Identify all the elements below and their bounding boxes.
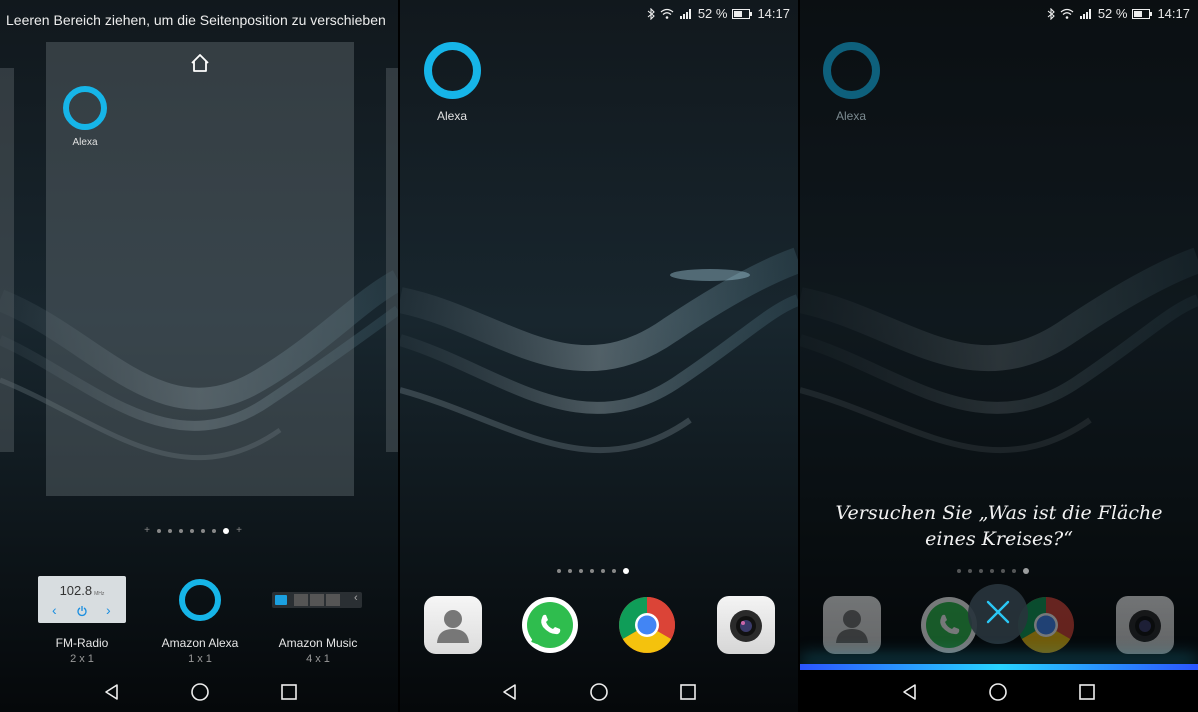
page-dot	[201, 529, 205, 533]
alexa-app-icon[interactable]	[424, 42, 481, 99]
home-screen-panel: 52 % 14:17 Alexa	[400, 0, 798, 712]
page-dot	[623, 568, 629, 574]
page-indicator[interactable]	[557, 568, 629, 574]
music-logo-icon	[275, 595, 287, 605]
page-dot	[1012, 569, 1016, 573]
chevron-left-icon: ‹	[354, 592, 358, 604]
page-dot	[1023, 568, 1029, 574]
contacts-app-icon[interactable]	[424, 596, 482, 654]
navigation-bar	[800, 670, 1198, 712]
page-indicator	[957, 568, 1029, 574]
contacts-app-icon	[823, 596, 881, 654]
chevron-right-icon: ›	[106, 602, 111, 618]
widget-size-amazon-music: 4 x 1	[306, 653, 330, 665]
close-button[interactable]	[968, 584, 1028, 644]
alexa-app-label: Alexa	[835, 109, 867, 123]
back-icon[interactable]	[98, 678, 126, 706]
widget-label-amazon-alexa: Amazon Alexa	[161, 636, 239, 650]
edit-screen-panel: Leeren Bereich ziehen, um die Seitenposi…	[0, 0, 398, 712]
page-dot	[568, 569, 572, 573]
status-bar: 52 % 14:17	[400, 0, 798, 28]
add-page-icon[interactable]: +	[236, 526, 242, 536]
page-dot	[590, 569, 594, 573]
home-icon[interactable]	[189, 52, 211, 74]
alexa-prompt: Versuchen Sie „Was ist die Fläche eines …	[835, 502, 1163, 550]
page-dot	[957, 569, 961, 573]
widget-size-amazon-alexa: 1 x 1	[188, 653, 212, 665]
page-dot	[968, 569, 972, 573]
page-dot	[1001, 569, 1005, 573]
page-dot	[979, 569, 983, 573]
camera-app-icon[interactable]	[717, 596, 775, 654]
page-dot	[190, 529, 194, 533]
chrome-app-icon[interactable]	[618, 596, 676, 654]
page-dot	[601, 569, 605, 573]
amazon-music-widget[interactable]: ‹	[272, 592, 362, 608]
page-preview[interactable]: Alexa	[46, 42, 354, 496]
clock: 14:17	[1157, 6, 1190, 21]
bluetooth-icon	[1047, 7, 1055, 20]
album-art-icon	[294, 594, 308, 606]
widget-label-fm-radio: FM-Radio	[55, 636, 109, 650]
rearrange-hint: Leeren Bereich ziehen, um die Seitenposi…	[6, 12, 386, 28]
back-icon[interactable]	[496, 678, 524, 706]
status-bar: 52 % 14:17	[800, 0, 1198, 28]
navigation-bar	[0, 670, 398, 712]
alexa-preview-label: Alexa	[72, 137, 98, 148]
page-dot	[223, 528, 229, 534]
home-circle-icon[interactable]	[186, 678, 214, 706]
close-icon	[985, 599, 1011, 630]
page-dot	[990, 569, 994, 573]
recents-icon[interactable]	[674, 678, 702, 706]
chevron-left-icon: ‹	[52, 602, 57, 618]
battery-icon	[732, 8, 753, 19]
whatsapp-app-icon[interactable]	[521, 596, 579, 654]
page-dot	[212, 529, 216, 533]
recents-icon[interactable]	[275, 678, 303, 706]
next-page-preview[interactable]	[386, 68, 398, 452]
widget-size-fm-radio: 2 x 1	[70, 653, 94, 665]
home-circle-icon[interactable]	[984, 678, 1012, 706]
page-indicator[interactable]: + +	[144, 526, 242, 536]
alexa-overlay-panel: 52 % 14:17 Alexa Versuchen Sie „Was ist …	[800, 0, 1198, 712]
signal-icon	[679, 8, 693, 19]
fm-frequency: 102.8 MHz	[59, 583, 105, 598]
page-dot	[157, 529, 161, 533]
shuffle-icon	[326, 594, 340, 606]
recents-icon[interactable]	[1073, 678, 1101, 706]
clock: 14:17	[757, 6, 790, 21]
home-circle-icon[interactable]	[585, 678, 613, 706]
battery-percent: 52 %	[697, 6, 728, 21]
power-icon	[76, 604, 88, 622]
page-dot	[179, 529, 183, 533]
signal-icon	[1079, 8, 1093, 19]
wifi-icon	[660, 8, 674, 19]
alexa-preview-icon[interactable]	[63, 86, 107, 130]
fm-radio-widget[interactable]: 102.8 MHz ‹ ›	[38, 576, 126, 623]
wifi-icon	[1060, 8, 1074, 19]
camera-app-icon	[1116, 596, 1174, 654]
page-dot	[557, 569, 561, 573]
alexa-app-icon	[823, 42, 880, 99]
battery-icon	[1132, 8, 1153, 19]
page-dot	[168, 529, 172, 533]
battery-percent: 52 %	[1097, 6, 1128, 21]
prev-page-preview[interactable]	[0, 68, 14, 452]
bluetooth-icon	[647, 7, 655, 20]
page-dot	[612, 569, 616, 573]
amazon-alexa-widget-icon[interactable]	[179, 579, 221, 621]
navigation-bar	[400, 670, 798, 712]
page-dot	[579, 569, 583, 573]
alexa-app-label: Alexa	[436, 109, 468, 123]
add-page-icon[interactable]: +	[144, 526, 150, 536]
back-icon[interactable]	[896, 678, 924, 706]
widget-label-amazon-music: Amazon Music	[278, 636, 358, 650]
album-art-icon	[310, 594, 324, 606]
